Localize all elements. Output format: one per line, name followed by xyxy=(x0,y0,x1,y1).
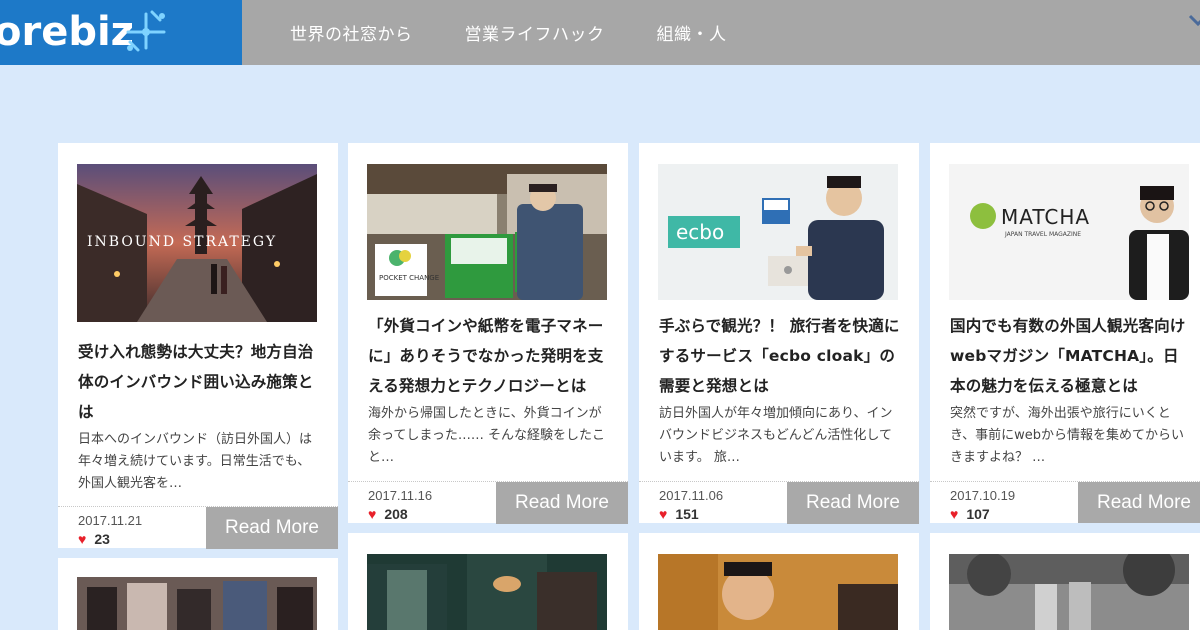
office-photo: POCKET CHANGE xyxy=(367,164,607,300)
article-date: 2017.11.16 xyxy=(368,488,433,503)
article-thumbnail[interactable]: POCKET CHANGE xyxy=(367,164,607,300)
heart-icon[interactable]: ♥ xyxy=(659,506,667,522)
article-card[interactable]: MATCHA JAPAN TRAVEL MAGAZINE 国内でも有数の外国人観… xyxy=(930,143,1200,523)
logo-plus-icon xyxy=(126,10,166,52)
like-count[interactable]: ♥ 151 xyxy=(659,506,699,522)
bw-photo xyxy=(949,554,1189,630)
read-more-button[interactable]: Read More xyxy=(206,507,338,549)
like-count-value: 151 xyxy=(675,506,699,522)
like-count-value: 208 xyxy=(384,506,408,522)
like-count-value: 107 xyxy=(966,506,990,522)
article-title[interactable]: 国内でも有数の外国人観光客向けwebマガジン「MATCHA」。日本の魅力を伝える… xyxy=(950,311,1192,401)
card-footer: 2017.11.21 ♥ 23 Read More xyxy=(58,506,338,549)
article-thumbnail[interactable]: MATCHA JAPAN TRAVEL MAGAZINE xyxy=(949,164,1189,300)
like-count[interactable]: ♥ 23 xyxy=(78,531,110,547)
article-card[interactable] xyxy=(639,533,919,630)
article-thumbnail[interactable] xyxy=(658,554,898,630)
like-count-value: 23 xyxy=(94,531,110,547)
svg-text:JAPAN TRAVEL MAGAZINE: JAPAN TRAVEL MAGAZINE xyxy=(1004,231,1081,238)
nav-item-world[interactable]: 世界の社窓から xyxy=(290,20,413,45)
matcha-photo: MATCHA JAPAN TRAVEL MAGAZINE xyxy=(949,164,1189,300)
svg-text:ecbo: ecbo xyxy=(676,220,724,244)
crowd-photo xyxy=(77,577,317,630)
article-title[interactable]: 「外貨コインや紙幣を電子マネーに」ありそうでなかった発明を支える発想力とテクノロ… xyxy=(368,311,610,401)
article-date: 2017.11.21 xyxy=(78,513,143,528)
article-thumbnail[interactable]: INBOUND STRATEGY xyxy=(77,164,317,322)
article-card[interactable]: POCKET CHANGE 「外貨コインや紙幣を電子マネーに」ありそうでなかった… xyxy=(348,143,628,524)
article-excerpt: 突然ですが、海外出張や旅行にいくとき、事前にwebから情報を集めてからいきますよ… xyxy=(950,406,1184,465)
article-thumbnail[interactable] xyxy=(367,554,607,630)
article-card[interactable] xyxy=(348,533,628,630)
svg-text:MATCHA: MATCHA xyxy=(1001,205,1090,229)
article-card[interactable] xyxy=(930,533,1200,630)
article-thumbnail[interactable] xyxy=(77,577,317,630)
read-more-button[interactable]: Read More xyxy=(496,482,628,524)
chevron-down-icon[interactable] xyxy=(1188,14,1200,28)
like-count[interactable]: ♥ 107 xyxy=(950,506,990,522)
card-footer: 2017.10.19 ♥ 107 Read More xyxy=(930,481,1200,523)
card-footer: 2017.11.06 ♥ 151 Read More xyxy=(639,481,919,524)
article-card[interactable] xyxy=(58,558,338,630)
site-header: orebiz 世界の社窓から 営業ライフハック 組織・人 xyxy=(0,0,1200,65)
article-title[interactable]: 手ぶらで観光？！ 旅行者を快適にするサービス「ecbo cloak」の需要と発想… xyxy=(659,311,901,401)
svg-text:POCKET CHANGE: POCKET CHANGE xyxy=(379,274,439,282)
article-thumbnail[interactable] xyxy=(949,554,1189,630)
interview-photo xyxy=(658,554,898,630)
cafe-photo xyxy=(367,554,607,630)
article-excerpt: 日本へのインバウンド（訪日外国人）は年々増え続けています。日常生活でも、外国人観… xyxy=(78,432,313,491)
card-footer: 2017.11.16 ♥ 208 Read More xyxy=(348,481,628,524)
article-title[interactable]: 受け入れ態勢は大丈夫？地方自治体のインバウンド囲い込み施策とは xyxy=(78,337,320,427)
read-more-button[interactable]: Read More xyxy=(1078,482,1200,523)
heart-icon[interactable]: ♥ xyxy=(368,506,376,522)
article-card[interactable]: ecbo 手ぶらで観光？！ 旅行者を快適にするサービス「ecbo cloak」の… xyxy=(639,143,919,524)
like-count[interactable]: ♥ 208 xyxy=(368,506,408,522)
heart-icon[interactable]: ♥ xyxy=(950,506,958,522)
logo-text: orebiz xyxy=(0,9,134,55)
article-card[interactable]: INBOUND STRATEGY 受け入れ態勢は大丈夫？地方自治体のインバウンド… xyxy=(58,143,338,549)
svg-text:INBOUND STRATEGY: INBOUND STRATEGY xyxy=(87,234,277,250)
person-photo: ecbo xyxy=(658,164,898,300)
site-logo[interactable]: orebiz xyxy=(0,0,242,65)
article-date: 2017.10.19 xyxy=(950,488,1016,503)
street-photo: INBOUND STRATEGY xyxy=(77,164,317,322)
article-thumbnail[interactable]: ecbo xyxy=(658,164,898,300)
nav-item-organization[interactable]: 組織・人 xyxy=(657,20,727,45)
main-nav: 世界の社窓から 営業ライフハック 組織・人 xyxy=(290,0,779,65)
heart-icon[interactable]: ♥ xyxy=(78,531,86,547)
article-excerpt: 海外から帰国したときに、外貨コインが余ってしまった…… そんな経験をしたこと… xyxy=(368,406,605,465)
article-excerpt: 訪日外国人が年々増加傾向にあり、インバウンドビジネスもどんどん活性化しています。… xyxy=(659,406,893,465)
read-more-button[interactable]: Read More xyxy=(787,482,919,524)
article-date: 2017.11.06 xyxy=(659,488,724,503)
nav-item-sales-lifehack[interactable]: 営業ライフハック xyxy=(465,20,605,45)
